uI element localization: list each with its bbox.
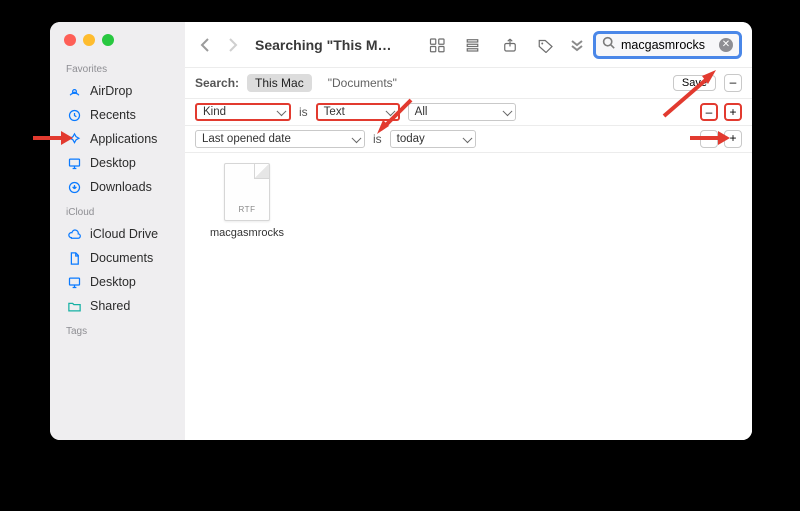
- criteria-remove-button[interactable]: –: [700, 103, 718, 121]
- sidebar-item-label: Downloads: [90, 180, 152, 194]
- sidebar-item-label: Applications: [90, 132, 157, 146]
- sidebar-item-label: Recents: [90, 108, 136, 122]
- back-button[interactable]: [195, 33, 215, 57]
- sidebar-section-tags: Tags: [50, 318, 185, 341]
- criteria-field-select[interactable]: Last opened date: [195, 130, 365, 148]
- forward-button[interactable]: [223, 33, 243, 57]
- criteria-operator: is: [373, 132, 382, 146]
- document-icon: [66, 250, 82, 266]
- folder-icon: [66, 298, 82, 314]
- criteria-operator: is: [299, 105, 308, 119]
- sidebar-item-applications[interactable]: Applications: [50, 127, 185, 151]
- sidebar-item-label: Documents: [90, 251, 153, 265]
- sidebar-item-downloads[interactable]: Downloads: [50, 175, 185, 199]
- window-title: Searching "This M…: [255, 37, 392, 53]
- sidebar-item-desktop[interactable]: Desktop: [50, 151, 185, 175]
- desktop-icon: [66, 155, 82, 171]
- search-icon: [602, 36, 615, 54]
- criteria-pm-group: – +: [700, 103, 742, 121]
- desktop-icon: [66, 274, 82, 290]
- tags-button[interactable]: [533, 33, 559, 57]
- save-search-button[interactable]: Save: [673, 75, 716, 91]
- criteria-row-2: Last opened date is today – +: [185, 126, 752, 153]
- sidebar: Favorites AirDrop Recents Applications D…: [50, 22, 185, 440]
- sidebar-item-label: Shared: [90, 299, 130, 313]
- cloud-icon: [66, 226, 82, 242]
- criteria-add-button[interactable]: +: [724, 103, 742, 121]
- window-controls: [50, 22, 185, 56]
- scope-documents[interactable]: "Documents": [320, 74, 405, 92]
- sidebar-item-shared[interactable]: Shared: [50, 294, 185, 318]
- search-field-wrap: ✕: [593, 31, 742, 59]
- icon-view-button[interactable]: [425, 33, 451, 57]
- search-scope-bar: Search: This Mac "Documents" Save –: [185, 68, 752, 99]
- main-pane: Searching "This M… ✕ Search: This Mac: [185, 22, 752, 440]
- file-item[interactable]: RTF macgasmrocks: [207, 163, 287, 239]
- apps-icon: [66, 131, 82, 147]
- criteria-value-select[interactable]: today: [390, 130, 476, 148]
- search-input[interactable]: [621, 38, 713, 52]
- minimize-window-button[interactable]: [83, 34, 95, 46]
- share-button[interactable]: [497, 33, 523, 57]
- sidebar-section-icloud: iCloud: [50, 199, 185, 222]
- criteria-field-select[interactable]: Kind: [195, 103, 291, 121]
- sidebar-item-airdrop[interactable]: AirDrop: [50, 79, 185, 103]
- criteria-extra-select[interactable]: All: [408, 103, 516, 121]
- download-icon: [66, 179, 82, 195]
- sidebar-item-label: AirDrop: [90, 84, 132, 98]
- criteria-value-select[interactable]: Text: [316, 103, 400, 121]
- sidebar-item-label: iCloud Drive: [90, 227, 158, 241]
- clock-icon: [66, 107, 82, 123]
- criteria-row-1: Kind is Text All – +: [185, 99, 752, 126]
- criteria-pm-group: – +: [700, 130, 742, 148]
- toolbar: Searching "This M… ✕: [185, 22, 752, 68]
- airdrop-icon: [66, 83, 82, 99]
- sidebar-item-icloud-drive[interactable]: iCloud Drive: [50, 222, 185, 246]
- search-label: Search:: [195, 76, 239, 90]
- group-by-button[interactable]: [461, 33, 487, 57]
- zoom-window-button[interactable]: [102, 34, 114, 46]
- criteria-add-button[interactable]: +: [724, 130, 742, 148]
- sidebar-section-favorites: Favorites: [50, 56, 185, 79]
- sidebar-item-label: Desktop: [90, 275, 136, 289]
- remove-search-button[interactable]: –: [724, 74, 742, 92]
- sidebar-item-documents[interactable]: Documents: [50, 246, 185, 270]
- criteria-remove-button[interactable]: –: [700, 130, 718, 148]
- sidebar-item-label: Desktop: [90, 156, 136, 170]
- close-window-button[interactable]: [64, 34, 76, 46]
- file-icon: RTF: [224, 163, 270, 221]
- file-ext-badge: RTF: [225, 205, 269, 214]
- results-area: RTF macgasmrocks: [185, 153, 752, 440]
- sidebar-item-icloud-desktop[interactable]: Desktop: [50, 270, 185, 294]
- clear-search-button[interactable]: ✕: [719, 38, 733, 52]
- sidebar-item-recents[interactable]: Recents: [50, 103, 185, 127]
- file-name: macgasmrocks: [207, 227, 287, 239]
- toolbar-overflow-button[interactable]: [569, 38, 585, 52]
- scope-this-mac[interactable]: This Mac: [247, 74, 312, 92]
- finder-window: Favorites AirDrop Recents Applications D…: [50, 22, 752, 440]
